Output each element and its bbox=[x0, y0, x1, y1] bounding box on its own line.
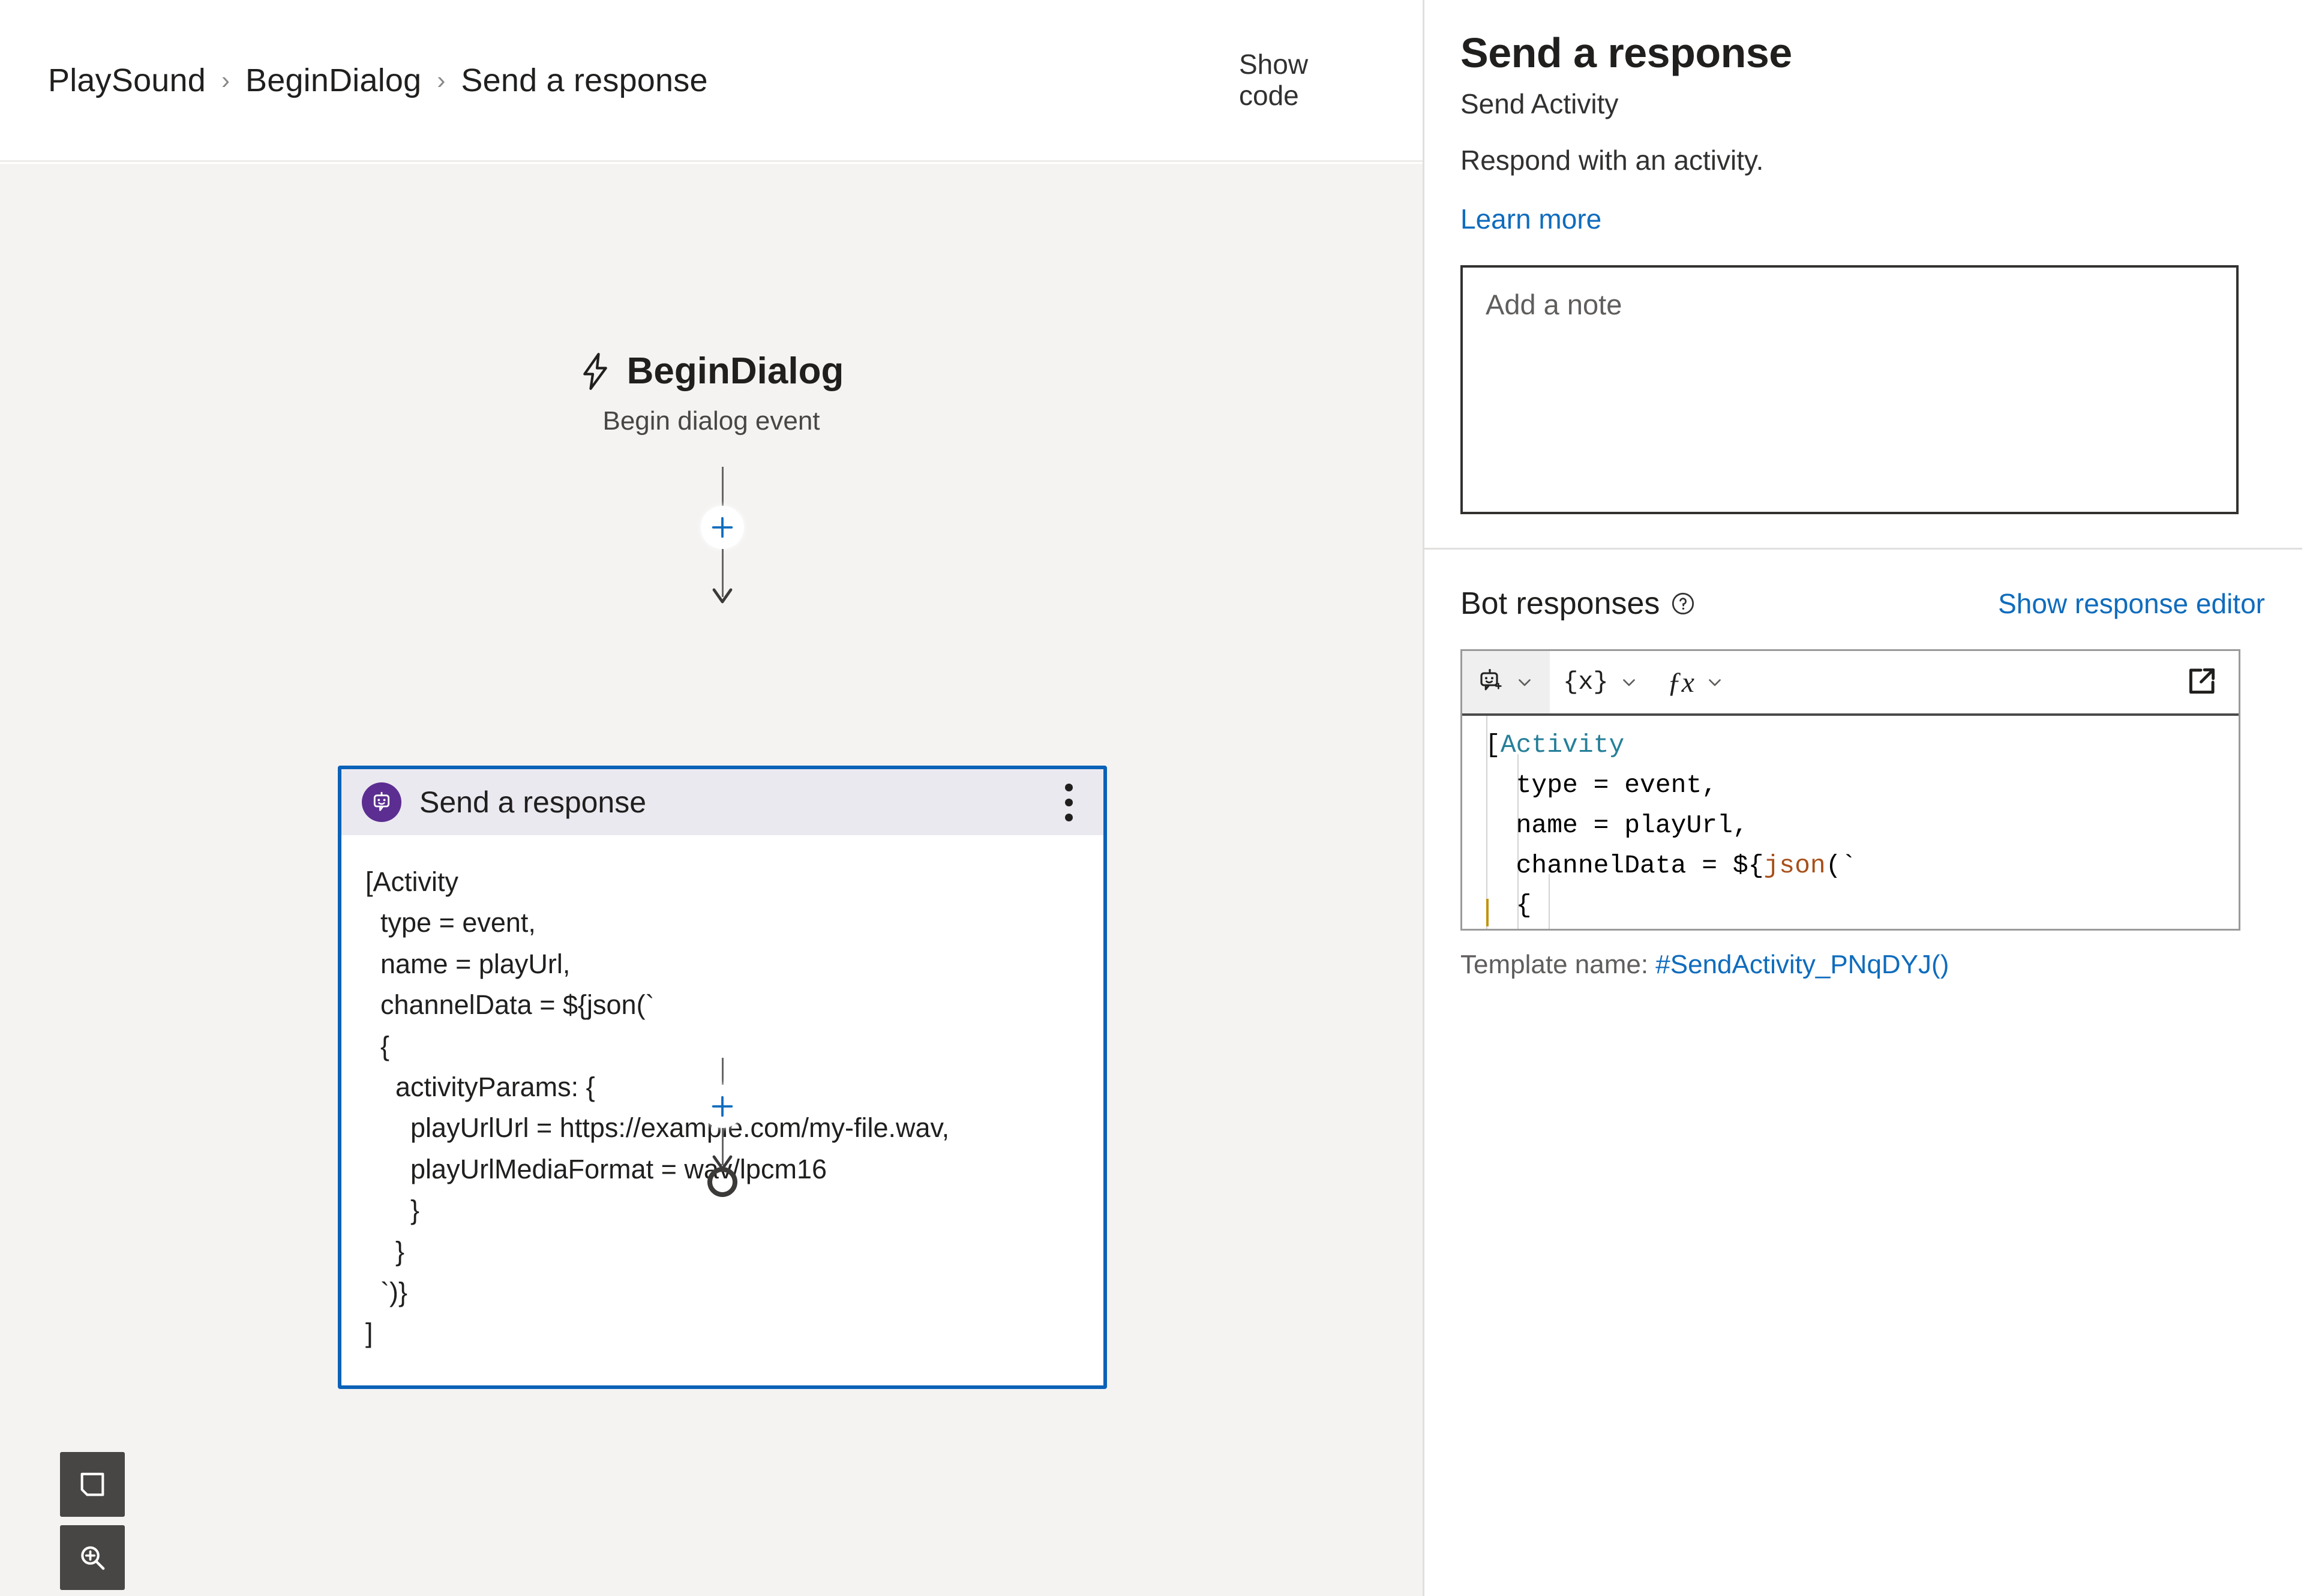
chevron-down-icon bbox=[1617, 670, 1641, 694]
zoom-in-button[interactable] bbox=[60, 1525, 125, 1590]
breadcrumb-item-send-a-response[interactable]: Send a response bbox=[461, 62, 707, 99]
open-in-new-window-button[interactable] bbox=[2165, 651, 2239, 713]
page-title: Send a response bbox=[1460, 29, 1792, 76]
fit-to-screen-icon bbox=[80, 1472, 104, 1496]
function-label: ƒx bbox=[1667, 666, 1694, 698]
response-type-dropdown[interactable] bbox=[1462, 651, 1550, 713]
variable-label: {x} bbox=[1563, 668, 1609, 697]
section-divider bbox=[1424, 548, 2302, 550]
lg-editor-toolbar: {x} ƒx bbox=[1462, 651, 2239, 716]
canvas-tools bbox=[60, 1452, 125, 1590]
chevron-down-icon bbox=[1703, 670, 1727, 694]
flow-arrow-down-icon bbox=[701, 584, 744, 608]
properties-subtitle: Send Activity bbox=[1460, 88, 1619, 119]
code-line: { bbox=[1516, 890, 1532, 920]
template-name-row: Template name: #SendActivity_PNqDYJ() bbox=[1460, 950, 2265, 980]
bot-icon bbox=[362, 782, 401, 822]
properties-description: Respond with an activity. bbox=[1460, 145, 1764, 176]
text-caret bbox=[1486, 899, 1489, 926]
plus-icon bbox=[712, 517, 733, 538]
composer-app: PlaySound › BeginDialog › Send a respons… bbox=[0, 0, 2304, 1596]
lg-code-content: [Activity type = event, name = playUrl, … bbox=[1462, 725, 2239, 929]
breadcrumb-separator-icon: › bbox=[221, 65, 230, 94]
action-node-title: Send a response bbox=[419, 785, 647, 819]
template-name-label: Template name: bbox=[1460, 950, 1656, 979]
add-step-button-top[interactable] bbox=[701, 506, 744, 549]
bot-responses-header: Bot responses Show response editor bbox=[1460, 586, 2265, 622]
open-in-new-window-icon bbox=[2183, 662, 2221, 703]
template-name-value[interactable]: #SendActivity_PNqDYJ() bbox=[1655, 950, 1949, 979]
properties-pane: Send a response Send Activity Respond wi… bbox=[1424, 0, 2302, 1596]
trigger-title-row: BeginDialog bbox=[579, 350, 844, 392]
dialog-flow-canvas[interactable]: BeginDialog Begin dialog event Send a re… bbox=[0, 164, 1423, 1596]
show-response-editor-link[interactable]: Show response editor bbox=[1998, 587, 2265, 620]
bot-response-icon bbox=[1475, 668, 1504, 697]
plus-icon bbox=[712, 1096, 733, 1117]
kebab-menu-icon[interactable] bbox=[1051, 778, 1087, 826]
note-field[interactable]: Add a note bbox=[1460, 265, 2239, 514]
show-code-button[interactable]: Show code bbox=[1239, 49, 1359, 111]
add-step-button-bottom[interactable] bbox=[701, 1085, 744, 1128]
code-line: activityParams: { bbox=[1485, 926, 2239, 929]
function-insert-dropdown[interactable]: ƒx bbox=[1654, 651, 1740, 713]
lightning-bolt-icon bbox=[579, 352, 611, 390]
breadcrumb-bar: PlaySound › BeginDialog › Send a respons… bbox=[0, 0, 1423, 162]
lg-editor-body[interactable]: [Activity type = event, name = playUrl, … bbox=[1462, 716, 2239, 929]
breadcrumb-item-begindialog[interactable]: BeginDialog bbox=[245, 62, 421, 99]
breadcrumb-separator-icon: › bbox=[437, 65, 446, 94]
variable-insert-dropdown[interactable]: {x} bbox=[1550, 651, 1654, 713]
code-line: channelData = ${json(` bbox=[1516, 850, 1857, 880]
zoom-in-icon bbox=[81, 1546, 105, 1570]
flow-end-node bbox=[707, 1167, 737, 1197]
bot-responses-label: Bot responses bbox=[1460, 586, 1660, 621]
code-line: [Activity bbox=[1485, 730, 1625, 760]
lg-editor[interactable]: {x} ƒx [Activity type = event, name = pl… bbox=[1460, 649, 2240, 931]
question-circle-icon[interactable] bbox=[1669, 590, 1697, 617]
chevron-down-icon bbox=[1513, 670, 1537, 694]
action-node-header[interactable]: Send a response bbox=[341, 769, 1103, 835]
trigger-title: BeginDialog bbox=[626, 350, 844, 392]
breadcrumb: PlaySound › BeginDialog › Send a respons… bbox=[48, 62, 1239, 99]
code-line: name = playUrl, bbox=[1516, 810, 1748, 840]
note-placeholder: Add a note bbox=[1486, 289, 1622, 320]
fit-to-screen-button[interactable] bbox=[60, 1452, 125, 1517]
learn-more-link[interactable]: Learn more bbox=[1460, 203, 1601, 235]
trigger-subtitle: Begin dialog event bbox=[602, 406, 820, 436]
design-canvas-pane: PlaySound › BeginDialog › Send a respons… bbox=[0, 0, 1424, 1596]
breadcrumb-item-playsound[interactable]: PlaySound bbox=[48, 62, 206, 99]
code-line: type = event, bbox=[1516, 770, 1718, 800]
trigger-header: BeginDialog Begin dialog event bbox=[0, 350, 1423, 436]
